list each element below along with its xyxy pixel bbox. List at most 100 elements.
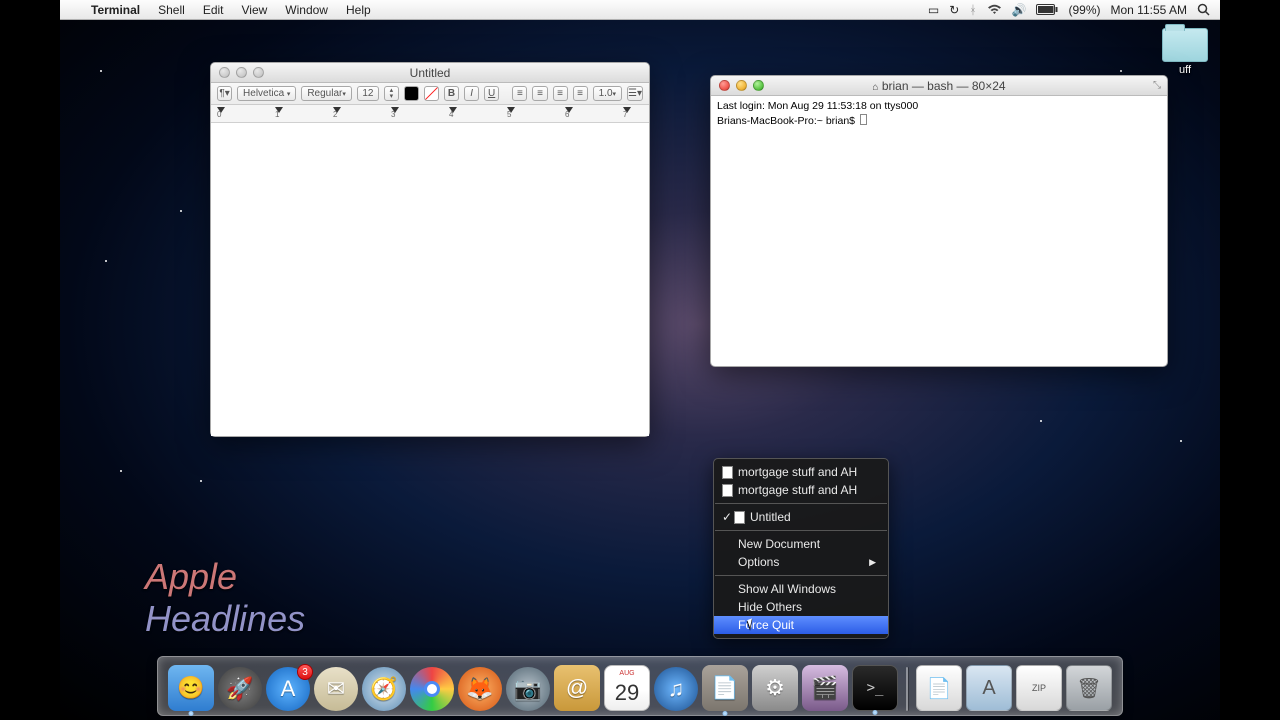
menu-separator [715,530,887,531]
list-button[interactable]: ☰▾ [627,86,643,101]
styles-dropdown[interactable]: ¶▾ [217,86,232,101]
bg-color-button[interactable] [424,86,439,101]
terminal-prompt: Brians-MacBook-Pro:~ brian$ [717,115,858,127]
menu-options[interactable]: Options▶ [714,553,888,571]
battery-percent: (99%) [1068,3,1100,17]
stack-apps-icon: A [982,677,995,700]
submenu-arrow-icon: ▶ [869,557,876,568]
bold-button[interactable]: B [444,86,459,101]
font-size-field[interactable]: 12 [357,86,379,101]
menu-window[interactable]: Window [276,3,337,17]
spotlight-icon[interactable] [1197,3,1210,16]
textedit-body[interactable] [211,123,649,436]
underline-button[interactable]: U [484,86,499,101]
dock-terminal[interactable]: >_ [852,665,898,711]
terminal-cursor [860,114,867,125]
trash-icon: 🗑 [1076,676,1101,701]
dock-finder[interactable]: 😊 [168,665,214,711]
menu-window-untitled[interactable]: ✓Untitled [714,508,888,526]
imovie-icon: 🎬 [811,675,838,701]
dock-safari[interactable]: 🧭 [362,667,406,711]
textedit-titlebar[interactable]: Untitled [211,63,649,83]
ruler-0: 0 [217,110,221,119]
dock-firefox[interactable]: 🦊 [458,667,502,711]
home-icon: ⌂ [872,82,878,93]
align-right-button[interactable]: ≡ [553,86,568,101]
menu-edit[interactable]: Edit [194,3,233,17]
dock-mail[interactable]: ✉ [314,667,358,711]
menu-hide-others[interactable]: Hide Others [714,598,888,616]
dock-facetime[interactable]: 📷 [506,667,550,711]
timemachine-icon[interactable]: ↻ [949,3,959,17]
resize-corner-icon[interactable]: ⤡ [1153,80,1161,91]
dock-contacts[interactable]: @ [554,665,600,711]
font-style-select[interactable]: Regular▾ [301,86,352,101]
dock-launchpad[interactable]: 🚀 [218,667,262,711]
menu-force-quit[interactable]: Force Quit [714,616,888,634]
dock-itunes[interactable]: ♫ [654,667,698,711]
terminal-prompt-line: Brians-MacBook-Pro:~ brian$ [717,114,1161,129]
dock-chrome[interactable] [410,667,454,711]
font-family-select[interactable]: Helvetica▾ [237,86,296,101]
display-icon[interactable]: ▭ [928,3,939,17]
bluetooth-icon[interactable]: ᚼ [969,3,976,17]
terminal-line: Last login: Mon Aug 29 11:53:18 on ttys0… [717,100,1161,114]
text-color-button[interactable] [404,86,419,101]
dock-appstore[interactable]: A3 [266,667,310,711]
terminal-body[interactable]: Last login: Mon Aug 29 11:53:18 on ttys0… [711,96,1167,132]
safari-icon: 🧭 [370,676,397,702]
menu-help[interactable]: Help [337,3,380,17]
battery-icon[interactable] [1036,4,1058,15]
finder-icon: 😊 [177,675,204,701]
wifi-icon[interactable] [987,4,1002,15]
menu-new-document[interactable]: New Document [714,535,888,553]
folder-icon [1162,28,1208,62]
font-family-label: Helvetica [243,88,284,99]
sysprefs-icon: ⚙ [765,675,785,701]
menu-show-all-windows[interactable]: Show All Windows [714,580,888,598]
terminal-window[interactable]: ⌂ brian — bash — 80×24 ⤡ Last login: Mon… [710,75,1168,367]
dock-ical[interactable]: AUG 29 [604,665,650,711]
ruler[interactable]: 0 1 2 3 4 5 6 7 [211,105,649,123]
stack-zip-icon: ZIP [1032,683,1046,693]
line-spacing-select[interactable]: 1.0▾ [593,86,622,101]
ruler-2: 2 [333,110,337,119]
dock-textedit[interactable]: 📄 [702,665,748,711]
contacts-icon: @ [566,675,588,701]
dock-trash[interactable]: 🗑 [1066,665,1112,711]
appstore-icon: A [281,676,296,702]
menu-shell[interactable]: Shell [149,3,194,17]
volume-icon[interactable]: 🔊 [1012,3,1027,17]
running-indicator [189,711,194,716]
launchpad-icon: 🚀 [226,676,253,702]
align-left-button[interactable]: ≡ [512,86,527,101]
app-menu[interactable]: Terminal [82,3,149,17]
desktop-folder[interactable]: uff [1162,28,1208,76]
desktop-folder-label: uff [1162,64,1208,76]
align-center-button[interactable]: ≡ [532,86,547,101]
calendar-day: 29 [605,680,649,706]
ruler-3: 3 [391,110,395,119]
document-icon [722,466,733,479]
textedit-title: Untitled [211,66,649,80]
menu-recent-1[interactable]: mortgage stuff and AH [714,481,888,499]
menu-view[interactable]: View [233,3,277,17]
document-icon [734,511,745,524]
terminal-titlebar[interactable]: ⌂ brian — bash — 80×24 ⤡ [711,76,1167,96]
dock-stack-zip[interactable]: ZIP [1016,665,1062,711]
dock-stack-doc[interactable]: 📄 [916,665,962,711]
ruler-4: 4 [449,110,453,119]
align-justify-button[interactable]: ≡ [573,86,588,101]
clock[interactable]: Mon 11:55 AM [1111,3,1188,17]
ruler-5: 5 [507,110,511,119]
menu-recent-0[interactable]: mortgage stuff and AH [714,463,888,481]
document-icon [722,484,733,497]
calendar-month: AUG [605,670,649,677]
dock-sysprefs[interactable]: ⚙ [752,665,798,711]
font-size-stepper[interactable]: ▴▾ [384,86,399,101]
menubar: Terminal Shell Edit View Window Help ▭ ↻… [60,0,1220,20]
dock-stack-apps[interactable]: A [966,665,1012,711]
dock-imovie[interactable]: 🎬 [802,665,848,711]
italic-button[interactable]: I [464,86,479,101]
textedit-window[interactable]: Untitled ¶▾ Helvetica▾ Regular▾ 12 ▴▾ B … [210,62,650,437]
